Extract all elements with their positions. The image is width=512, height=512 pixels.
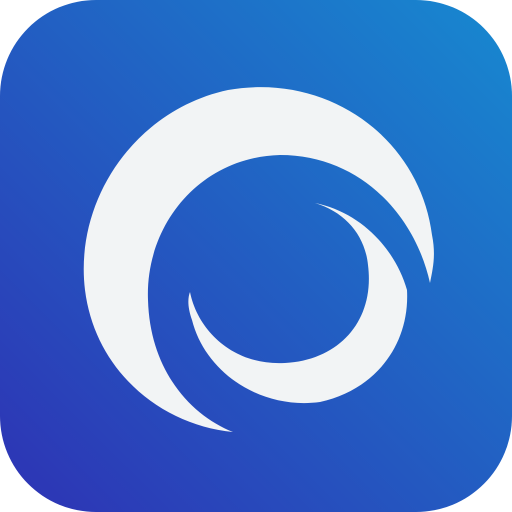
icon-background xyxy=(0,0,512,512)
app-icon-canvas xyxy=(0,0,512,512)
app-icon[interactable] xyxy=(0,0,512,512)
swirl-logo-icon xyxy=(0,0,512,512)
